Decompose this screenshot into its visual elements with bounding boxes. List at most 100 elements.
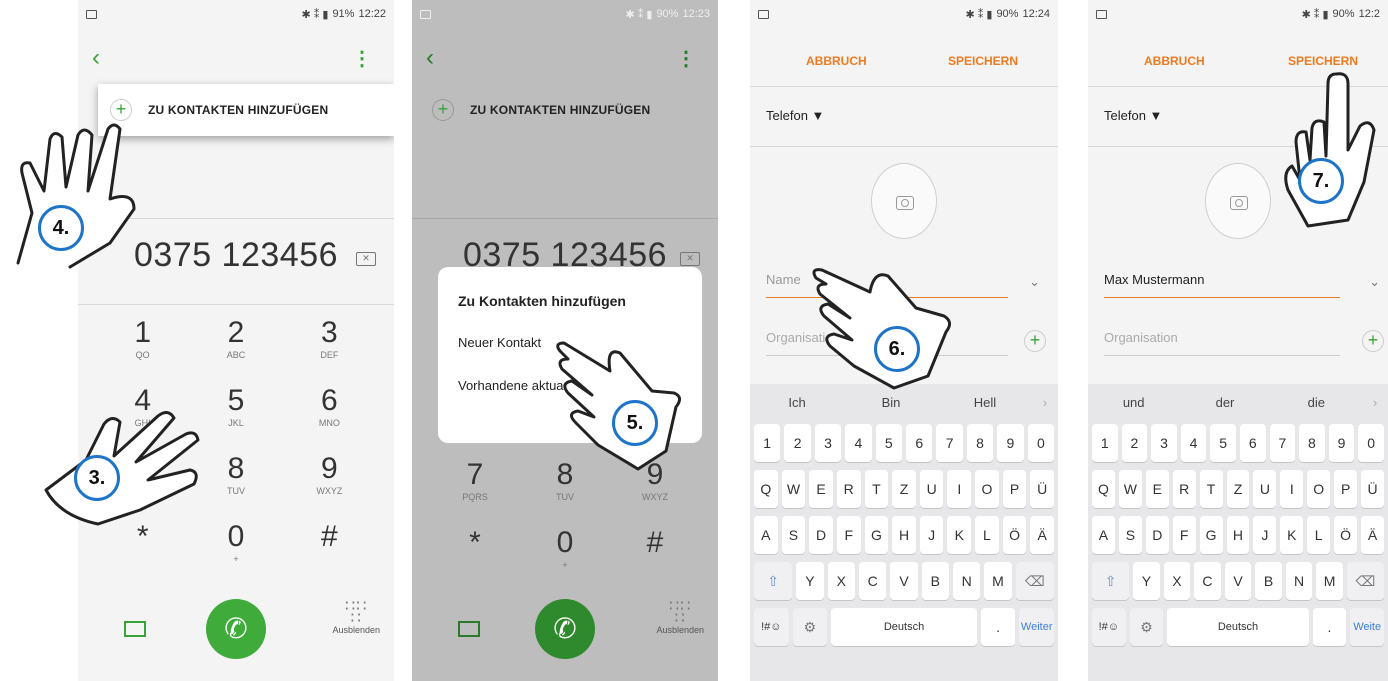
dial-key[interactable]: 0 + xyxy=(520,526,610,582)
key[interactable]: O xyxy=(1307,470,1331,508)
next-key[interactable]: Weiter xyxy=(1019,608,1055,646)
suggestion[interactable]: Ich xyxy=(750,395,844,410)
add-to-contacts-menu-item[interactable]: + ZU KONTAKTEN HINZUFÜGEN xyxy=(420,84,718,136)
suggestion[interactable]: die xyxy=(1271,395,1362,410)
suggestion[interactable]: der xyxy=(1179,395,1270,410)
key[interactable]: A xyxy=(1092,516,1115,554)
key[interactable]: 0 xyxy=(1358,424,1384,462)
key[interactable]: 2 xyxy=(1121,424,1148,462)
key[interactable]: U xyxy=(919,470,944,508)
key[interactable]: Q xyxy=(1092,470,1115,508)
key[interactable]: 7 xyxy=(1269,424,1296,462)
dial-key[interactable]: 7 PQRS xyxy=(430,458,520,514)
key[interactable]: R xyxy=(1172,470,1196,508)
key[interactable]: Ü xyxy=(1030,470,1055,508)
new-contact-option[interactable]: Neuer Kontakt xyxy=(458,335,682,350)
key[interactable]: 0 xyxy=(1027,424,1055,462)
period-key[interactable]: . xyxy=(980,608,1016,646)
key[interactable]: Ö xyxy=(1002,516,1027,554)
dial-key[interactable]: 6 MNO xyxy=(283,384,376,440)
more-options-icon[interactable]: ⋮ xyxy=(676,46,696,71)
hide-keypad-button[interactable]: ∷∷ ∷ Ausblenden xyxy=(656,599,704,636)
key[interactable]: 6 xyxy=(906,424,933,462)
key[interactable]: 4 xyxy=(1180,424,1207,462)
key[interactable]: F xyxy=(1172,516,1196,554)
key[interactable]: Y xyxy=(1133,562,1160,600)
suggestion[interactable]: und xyxy=(1088,395,1179,410)
key[interactable]: 8 xyxy=(1299,424,1325,462)
add-photo-button[interactable] xyxy=(1205,163,1271,239)
more-options-icon[interactable]: ⋮ xyxy=(352,46,372,71)
space-key[interactable]: Deutsch xyxy=(831,608,977,646)
chevron-down-icon[interactable]: ⌄ xyxy=(1029,274,1040,290)
key[interactable]: Y xyxy=(796,562,824,600)
backspace-icon[interactable]: ⌫ xyxy=(1346,562,1384,600)
dial-key[interactable]: # xyxy=(283,520,376,576)
key[interactable]: 5 xyxy=(1210,424,1236,462)
next-key[interactable]: Weite xyxy=(1350,608,1384,646)
key[interactable]: P xyxy=(1334,470,1358,508)
dial-key[interactable]: 2 ABC xyxy=(189,316,282,372)
key[interactable]: V xyxy=(1224,562,1252,600)
key[interactable]: Ä xyxy=(1030,516,1055,554)
key[interactable]: H xyxy=(1226,516,1250,554)
dial-key[interactable]: # xyxy=(610,526,700,582)
key[interactable]: V xyxy=(890,562,918,600)
key[interactable]: B xyxy=(921,562,949,600)
dial-key[interactable]: 0 + xyxy=(189,520,282,576)
save-button[interactable]: SPEICHERN xyxy=(1288,54,1358,68)
key[interactable]: T xyxy=(1199,470,1223,508)
dial-key[interactable]: 9 WXYZ xyxy=(283,452,376,508)
storage-select[interactable]: Telefon ▼ xyxy=(1104,108,1162,123)
key[interactable]: F xyxy=(836,516,861,554)
back-icon[interactable]: ‹ xyxy=(426,44,434,72)
space-key[interactable]: Deutsch xyxy=(1167,608,1309,646)
key[interactable]: 3 xyxy=(1151,424,1177,462)
key[interactable]: A xyxy=(754,516,778,554)
key[interactable]: 7 xyxy=(936,424,963,462)
key[interactable]: 5 xyxy=(875,424,903,462)
key[interactable]: E xyxy=(809,470,833,508)
cancel-button[interactable]: ABBRUCH xyxy=(806,54,867,68)
symbols-key[interactable]: !#☺ xyxy=(1092,608,1126,646)
period-key[interactable]: . xyxy=(1312,608,1347,646)
key[interactable]: I xyxy=(947,470,972,508)
key[interactable]: 3 xyxy=(814,424,842,462)
key[interactable]: X xyxy=(827,562,855,600)
key[interactable]: U xyxy=(1253,470,1277,508)
key[interactable]: P xyxy=(1002,470,1027,508)
key[interactable]: J xyxy=(1253,516,1277,554)
key[interactable]: 8 xyxy=(966,424,994,462)
dial-key[interactable]: 1 QO xyxy=(96,316,189,372)
key[interactable]: H xyxy=(892,516,916,554)
key[interactable]: Z xyxy=(892,470,916,508)
name-field[interactable]: Name xyxy=(766,272,1008,298)
key[interactable]: W xyxy=(781,470,806,508)
dial-key[interactable]: 5 JKL xyxy=(189,384,282,440)
key[interactable]: G xyxy=(1199,516,1223,554)
key[interactable]: 1 xyxy=(1092,424,1118,462)
settings-icon[interactable]: ⚙ xyxy=(1129,608,1164,646)
backspace-icon[interactable]: ✕ xyxy=(680,252,700,266)
key[interactable]: K xyxy=(1280,516,1304,554)
save-button[interactable]: SPEICHERN xyxy=(948,54,1018,68)
suggestion[interactable]: Hell xyxy=(938,395,1032,410)
key[interactable]: N xyxy=(1285,562,1313,600)
cancel-button[interactable]: ABBRUCH xyxy=(1144,54,1205,68)
symbols-key[interactable]: !#☺ xyxy=(754,608,789,646)
key[interactable]: S xyxy=(1118,516,1142,554)
plus-icon[interactable]: + xyxy=(1362,330,1384,352)
dial-key[interactable]: 9 WXYZ xyxy=(610,458,700,514)
plus-icon[interactable]: + xyxy=(1024,330,1046,352)
video-call-icon[interactable] xyxy=(124,621,146,637)
key[interactable]: J xyxy=(919,516,944,554)
chevron-right-icon[interactable]: › xyxy=(1362,395,1388,410)
name-field[interactable]: Max Mustermann xyxy=(1104,272,1340,298)
key[interactable]: T xyxy=(864,470,889,508)
key[interactable]: M xyxy=(984,562,1012,600)
key[interactable]: K xyxy=(947,516,972,554)
chevron-right-icon[interactable]: › xyxy=(1032,395,1058,410)
dial-key[interactable]: * xyxy=(430,526,520,582)
key[interactable]: Z xyxy=(1226,470,1250,508)
key[interactable]: D xyxy=(809,516,833,554)
